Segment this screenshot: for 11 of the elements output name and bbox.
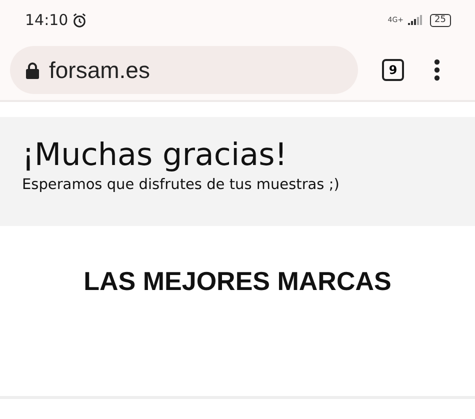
banner-title: ¡Muchas gracias! [22,137,288,173]
signal-icon [408,15,422,25]
address-bar[interactable]: forsam.es [10,46,358,94]
status-time: 14:10 [25,11,68,29]
menu-icon[interactable] [434,59,440,81]
lock-icon [26,62,39,78]
alarm-icon [72,12,88,28]
tab-count-button[interactable]: 9 [382,59,404,81]
banner-subtitle: Esperamos que disfrutes de tus muestras ;) [22,177,340,193]
brands-heading: LAS MEJORES MARCAS [84,266,392,298]
battery-level: 25 [430,14,451,26]
